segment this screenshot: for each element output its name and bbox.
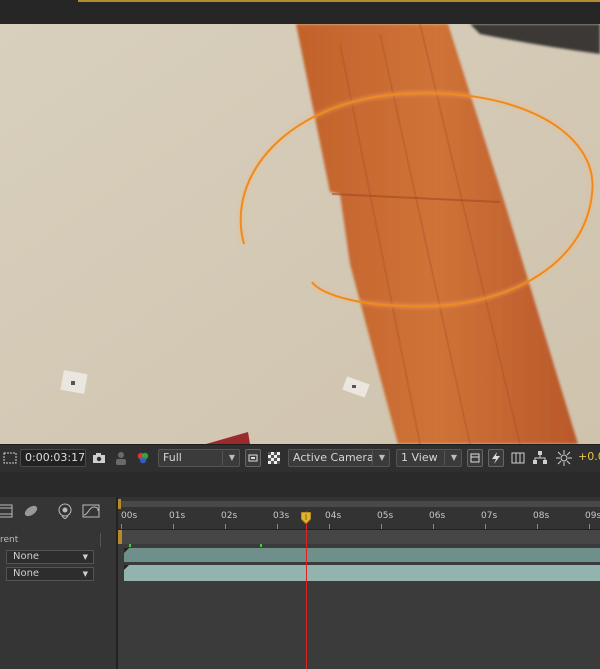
resolution-dropdown[interactable]: Full ▼: [158, 449, 240, 467]
ruler-tick-label: 04s: [325, 511, 342, 521]
work-area-start-handle[interactable]: [118, 499, 121, 509]
keyframe-marker[interactable]: [260, 544, 262, 547]
region-of-interest-icon[interactable]: [2, 449, 18, 467]
composition-footage[interactable]: [0, 24, 600, 444]
parent-column-header: rent: [0, 535, 19, 545]
film-strip-icon[interactable]: [0, 503, 14, 521]
viewer-control-bar: 0:00:03:17 Full ▼ Active Camera ▼ 1 View…: [0, 444, 600, 472]
hide-shy-layers-icon[interactable]: [56, 503, 74, 521]
ruler-tick-mark: [589, 524, 590, 529]
show-snapshot-icon[interactable]: [113, 449, 129, 467]
layer-1-parent-value: None: [13, 551, 40, 562]
current-time-indicator-line: [305, 511, 307, 669]
ruler-tick-label: 06s: [429, 511, 446, 521]
chevron-down-icon: ▼: [82, 553, 88, 561]
viewer-tab-bar: [0, 0, 600, 24]
channel-rgb-icon[interactable]: [135, 449, 151, 467]
exposure-icon[interactable]: [556, 449, 572, 467]
layer-2-in-point: [124, 565, 129, 570]
tracking-marker-left-dot: [71, 381, 75, 385]
tracking-marker-right-dot: [352, 385, 356, 388]
ruler-tick-mark: [121, 524, 122, 529]
layer-columns: rent None ▼ None ▼: [0, 529, 116, 669]
toggle-pixel-aspect-icon[interactable]: [467, 449, 483, 467]
timeline-tool-switches: [0, 497, 116, 529]
ruler-tick-label: 07s: [481, 511, 498, 521]
chevron-down-icon: ▼: [82, 570, 88, 578]
current-time-field[interactable]: 0:00:03:17: [20, 449, 86, 467]
draft-3d-icon[interactable]: [22, 503, 40, 521]
active-panel-accent: [78, 0, 600, 2]
column-separator: [100, 533, 101, 547]
flowchart-icon[interactable]: [532, 449, 548, 467]
chevron-down-icon: ▼: [450, 453, 457, 462]
work-area-bar[interactable]: [118, 501, 600, 507]
ruler-tick-mark: [433, 524, 434, 529]
ruler-tick-label: 08s: [533, 511, 550, 521]
ruler-tick-mark: [381, 524, 382, 529]
ruler-tick-mark: [173, 524, 174, 529]
ruler-tick-mark: [277, 524, 278, 529]
keyframe-marker[interactable]: [129, 544, 131, 547]
view-layout-value: 1 View: [401, 451, 438, 464]
time-ruler[interactable]: 00s 01s 02s 03s 04s 05s 06s 07s 08s 09s: [118, 497, 600, 530]
fast-previews-lightning-icon[interactable]: [488, 449, 504, 467]
layer-1-parent-dropdown[interactable]: None ▼: [6, 550, 94, 564]
view-layout-dropdown[interactable]: 1 View ▼: [396, 449, 462, 467]
comp-marker-row: [118, 530, 600, 544]
timeline-graph[interactable]: 00s 01s 02s 03s 04s 05s 06s 07s 08s 09s: [118, 497, 600, 669]
current-time-indicator-head[interactable]: [300, 512, 311, 524]
layer-2-parent-value: None: [13, 568, 40, 579]
comp-start-indicator: [118, 530, 122, 544]
exposure-value[interactable]: +0.0: [578, 450, 600, 463]
resolution-value: Full: [163, 451, 182, 464]
layer-2-parent-dropdown[interactable]: None ▼: [6, 567, 94, 581]
ruler-tick-label: 02s: [221, 511, 238, 521]
ruler-tick-label: 09s: [585, 511, 600, 521]
composition-viewer[interactable]: [0, 0, 600, 444]
layer-1-in-point: [124, 548, 129, 553]
ruler-tick-mark: [537, 524, 538, 529]
ruler-tick-mark: [485, 524, 486, 529]
ruler-tick-mark: [329, 524, 330, 529]
chevron-down-icon: ▼: [228, 453, 235, 462]
chevron-down-icon: ▼: [378, 453, 385, 462]
camera-dropdown[interactable]: Active Camera ▼: [288, 449, 390, 467]
timeline-toggle-icon[interactable]: [510, 449, 526, 467]
layer-1-duration-bar[interactable]: [124, 548, 600, 562]
layer-2-duration-bar[interactable]: [124, 565, 600, 581]
ruler-tick-label: 03s: [273, 511, 290, 521]
fast-previews-icon[interactable]: [245, 449, 261, 467]
graph-editor-icon[interactable]: [82, 503, 100, 521]
ruler-tick-label: 00s: [121, 511, 138, 521]
ruler-tick-label: 05s: [377, 511, 394, 521]
camera-value: Active Camera: [293, 451, 374, 464]
timeline-panel-header: [0, 472, 600, 497]
ruler-tick-mark: [225, 524, 226, 529]
ruler-tick-label: 01s: [169, 511, 186, 521]
snapshot-camera-icon[interactable]: [91, 449, 107, 467]
transparency-grid-icon[interactable]: [266, 449, 282, 467]
